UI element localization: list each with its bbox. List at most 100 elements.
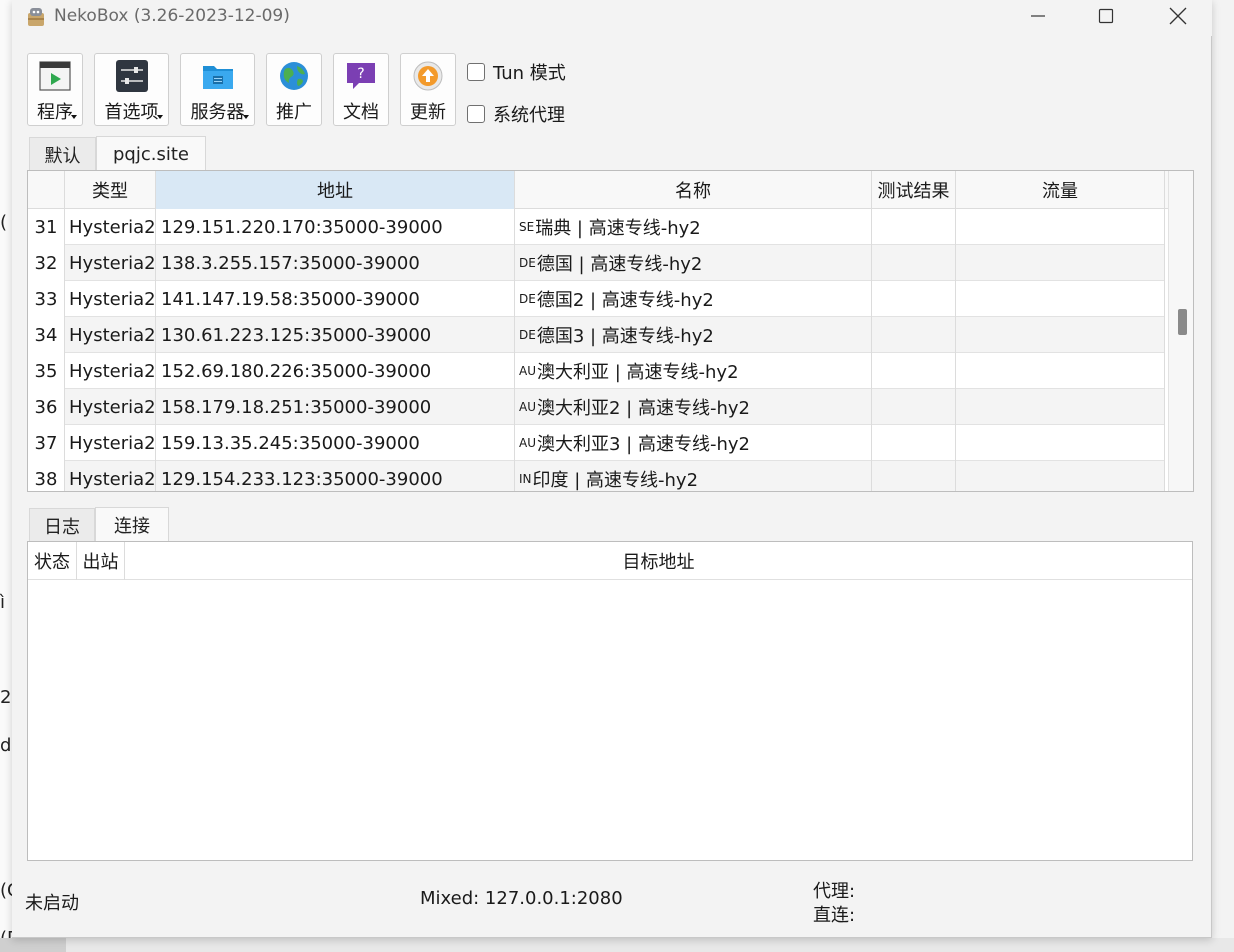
tab-pqjc-site[interactable]: pqjc.site (96, 136, 206, 172)
server-name: 德国3 | 高速专线-hy2 (536, 326, 714, 347)
country-code: IN (519, 472, 532, 486)
table-row[interactable]: 34 Hysteria2 130.61.223.125:35000-39000 DE 德… (28, 317, 1165, 353)
cell-type: Hysteria2 (65, 425, 156, 461)
column-header-destination[interactable]: 目标地址 (125, 542, 1192, 580)
cell-traffic (956, 425, 1165, 461)
row-number: 31 (28, 209, 65, 245)
close-icon (1169, 7, 1187, 25)
mixed-listen-address: Mixed: 127.0.0.1:2080 (420, 888, 623, 909)
desktop-background-left: ( ì 21 di (C (D:) (0, 0, 34, 952)
cell-traffic (956, 389, 1165, 425)
program-button[interactable]: 程序 (27, 53, 83, 126)
cell-address: 129.154.233.123:35000-39000 (156, 461, 515, 491)
server-label: 服务器 (190, 102, 245, 123)
cell-type: Hysteria2 (65, 209, 156, 245)
minimize-button[interactable] (1010, 0, 1066, 32)
update-button[interactable]: 更新 (400, 53, 456, 126)
system-proxy-label: 系统代理 (493, 105, 565, 126)
vertical-scrollbar[interactable] (1168, 171, 1193, 491)
app-icon (28, 8, 44, 26)
cell-name: AU 澳大利亚2 | 高速专线-hy2 (515, 389, 872, 425)
cell-test-result (872, 209, 956, 245)
column-header-address[interactable]: 地址 (156, 171, 515, 209)
docs-button[interactable]: ? 文档 (333, 53, 389, 126)
server-folder-icon (202, 66, 233, 89)
close-button[interactable] (1150, 0, 1206, 32)
server-name: 德国 | 高速专线-hy2 (536, 254, 703, 275)
tab-label: pqjc.site (113, 144, 189, 165)
cell-address: 152.69.180.226:35000-39000 (156, 353, 515, 389)
cell-type: Hysteria2 (65, 245, 156, 281)
cell-test-result (872, 425, 956, 461)
chevron-down-icon (71, 115, 77, 119)
scrollbar-thumb[interactable] (1178, 309, 1187, 335)
country-code: DE (519, 256, 536, 270)
column-header-test-result[interactable]: 测试结果 (872, 171, 956, 209)
table-row[interactable]: 35 Hysteria2 152.69.180.226:35000-39000 AU 澳… (28, 353, 1165, 389)
row-number: 38 (28, 461, 65, 491)
checkbox-box[interactable] (467, 105, 485, 123)
tun-mode-checkbox[interactable]: Tun 模式 (467, 59, 566, 85)
cell-address: 158.179.18.251:35000-39000 (156, 389, 515, 425)
row-number: 36 (28, 389, 65, 425)
maximize-button[interactable] (1078, 0, 1134, 32)
column-header-traffic[interactable]: 流量 (956, 171, 1165, 209)
direct-label: 直连: (813, 905, 856, 926)
tab-connections[interactable]: 连接 (95, 507, 169, 542)
cell-type: Hysteria2 (65, 317, 156, 353)
country-code: DE (519, 292, 536, 306)
cell-traffic (956, 353, 1165, 389)
chevron-down-icon (157, 115, 163, 119)
program-label: 程序 (37, 102, 73, 123)
connections-table[interactable]: 状态 出站 目标地址 (27, 541, 1193, 861)
system-proxy-checkbox[interactable]: 系统代理 (467, 101, 565, 127)
server-table[interactable]: 类型 地址 名称 测试结果 流量 31 Hysteria2 129.151.220.… (27, 170, 1194, 492)
globe-icon (280, 62, 308, 90)
promote-button[interactable]: 推广 (266, 53, 322, 126)
cell-name: DE 德国 | 高速专线-hy2 (515, 245, 872, 281)
core-status: 未启动 (25, 893, 79, 914)
column-header-status[interactable]: 状态 (28, 542, 77, 580)
title-bar[interactable]: NekoBox (3.26-2023-12-09) (12, 0, 1212, 36)
help-document-icon: ? (347, 63, 375, 89)
bg-fragment: ì (0, 592, 6, 613)
table-row[interactable]: 31 Hysteria2 129.151.220.170:35000-39000 SE… (28, 209, 1165, 245)
maximize-icon (1098, 8, 1114, 24)
connections-header: 状态 出站 目标地址 (28, 542, 1192, 580)
country-code: SE (519, 220, 535, 234)
preferences-sliders-icon (115, 60, 148, 92)
row-number: 35 (28, 353, 65, 389)
table-row[interactable]: 37 Hysteria2 159.13.35.245:35000-39000 AU 澳大… (28, 425, 1165, 461)
table-row[interactable]: 33 Hysteria2 141.147.19.58:35000-39000 DE 德国… (28, 281, 1165, 317)
column-header-outbound[interactable]: 出站 (77, 542, 125, 580)
table-row[interactable]: 36 Hysteria2 158.179.18.251:35000-39000 AU 澳… (28, 389, 1165, 425)
cell-name: SE 瑞典 | 高速专线-hy2 (515, 209, 872, 245)
column-header-corner[interactable] (28, 171, 65, 209)
server-name: 德国2 | 高速专线-hy2 (536, 290, 714, 311)
window-title: NekoBox (3.26-2023-12-09) (54, 6, 290, 26)
server-button[interactable]: 服务器 (180, 53, 255, 126)
cell-address: 138.3.255.157:35000-39000 (156, 245, 515, 281)
checkbox-box[interactable] (467, 63, 485, 81)
update-arrow-icon (413, 61, 443, 91)
column-header-type[interactable]: 类型 (65, 171, 156, 209)
tab-default[interactable]: 默认 (29, 137, 96, 171)
preferences-label: 首选项 (104, 102, 159, 123)
server-name: 澳大利亚2 | 高速专线-hy2 (537, 398, 750, 419)
minimize-icon (1031, 15, 1045, 17)
cell-traffic (956, 461, 1165, 491)
desktop-background-right (1212, 0, 1234, 952)
column-header-name[interactable]: 名称 (515, 171, 872, 209)
preferences-button[interactable]: 首选项 (94, 53, 169, 126)
proxy-label: 代理: (813, 881, 856, 902)
table-row[interactable]: 32 Hysteria2 138.3.255.157:35000-39000 DE 德国… (28, 245, 1165, 281)
tab-label: 连接 (114, 516, 150, 537)
cell-address: 130.61.223.125:35000-39000 (156, 317, 515, 353)
cell-address: 129.151.220.170:35000-39000 (156, 209, 515, 245)
update-label: 更新 (410, 102, 446, 123)
cell-traffic (956, 209, 1165, 245)
row-number: 33 (28, 281, 65, 317)
cell-test-result (872, 317, 956, 353)
table-row[interactable]: 38 Hysteria2 129.154.233.123:35000-39000 IN… (28, 461, 1165, 491)
tab-log[interactable]: 日志 (29, 508, 95, 542)
